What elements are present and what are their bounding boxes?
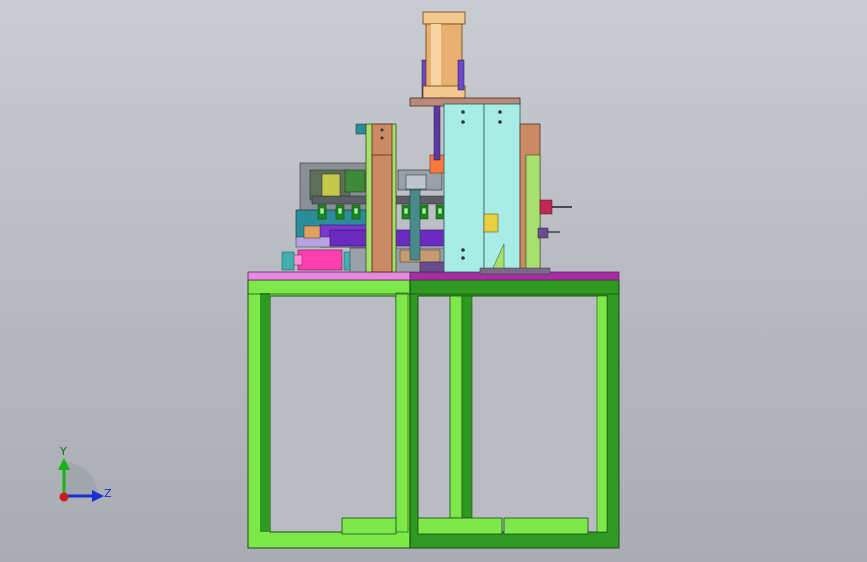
handle-knob	[539, 199, 553, 215]
frame-right-opening	[417, 295, 608, 533]
frame-foot-1	[341, 517, 397, 535]
cad-viewport[interactable]: Y Z	[0, 0, 867, 562]
top-plate	[247, 271, 620, 281]
cylinder-cap-top	[422, 11, 466, 25]
x-axis-dot	[59, 492, 69, 502]
frame-foot-3	[503, 517, 589, 535]
z-axis-label: Z	[104, 487, 112, 500]
right-plates	[443, 103, 521, 273]
base-frame	[247, 279, 620, 549]
y-axis-label: Y	[59, 445, 67, 458]
air-cylinder	[422, 11, 466, 99]
frame-left-inner-shade	[260, 293, 270, 532]
frame-left-opening	[269, 295, 397, 533]
coordinate-triad: Y Z	[58, 445, 112, 502]
cyan-plate-1	[443, 103, 485, 273]
machine-drawing: Y Z	[58, 11, 620, 549]
magenta-cylinder	[297, 249, 343, 271]
top-plate-left	[247, 271, 411, 281]
frame-foot-2	[417, 517, 503, 535]
frame-right-inner-edge	[596, 295, 608, 533]
right-column	[519, 123, 572, 273]
frame-center-post	[395, 292, 409, 533]
frame-mid-post-shade	[461, 295, 473, 519]
left-column	[365, 123, 397, 273]
frame-mid-post	[449, 295, 463, 519]
cyan-plate-2	[483, 103, 521, 273]
